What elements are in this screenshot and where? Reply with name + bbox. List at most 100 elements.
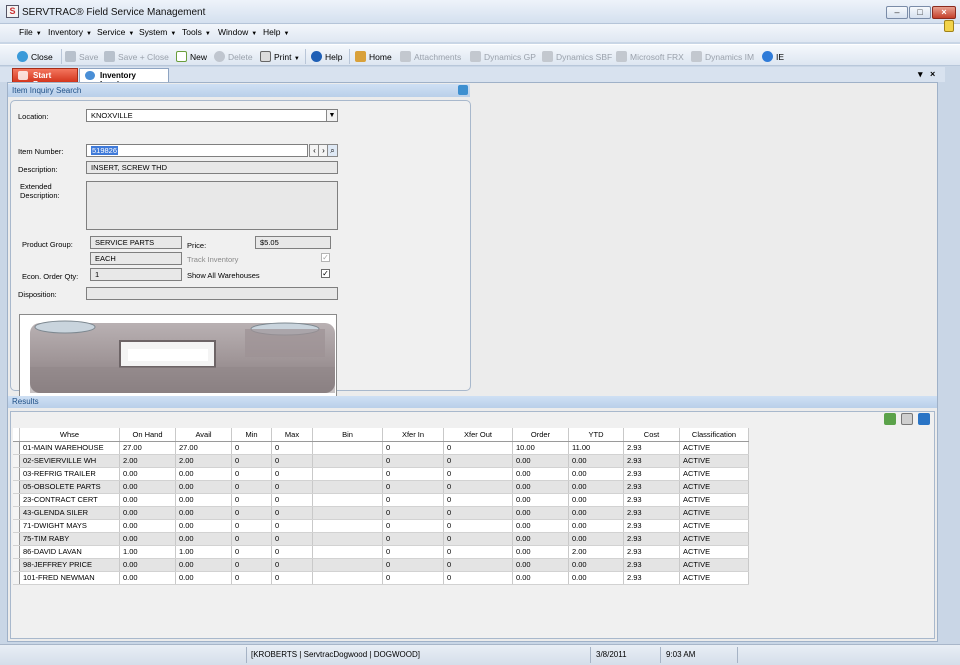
menu-file[interactable]: File ▼ — [19, 27, 42, 37]
minimize-button[interactable]: – — [886, 6, 908, 19]
cell-on-hand: 1.00 — [119, 545, 176, 559]
tab-list-dropdown-icon[interactable]: ▾ — [918, 69, 923, 80]
cell-xfer-in: 0 — [382, 532, 444, 546]
menu-system[interactable]: System ▼ — [139, 27, 176, 37]
home-icon — [355, 51, 366, 62]
close-icon — [17, 51, 28, 62]
col-header-bin[interactable]: Bin — [312, 428, 383, 442]
cell-cost: 2.93 — [623, 467, 680, 481]
excel-export-icon[interactable] — [883, 413, 896, 425]
cell-avail: 0.00 — [175, 480, 232, 494]
col-header-cost[interactable]: Cost — [623, 428, 680, 442]
table-row[interactable]: 23-CONTRACT CERT 0.00 0.00 0 0 0 0 0.00 0.00 2.93… — [13, 493, 749, 507]
table-row[interactable]: 71-DWIGHT MAYS 0.00 0.00 0 0 0 0 0.00 0.00 2.93 AC… — [13, 519, 749, 533]
cell-ytd: 2.00 — [568, 545, 624, 559]
col-header-on-hand[interactable]: On Hand — [119, 428, 176, 442]
cell-xfer-out: 0 — [443, 467, 513, 481]
col-header-avail[interactable]: Avail — [175, 428, 232, 442]
cell-order: 10.00 — [512, 441, 569, 455]
dynamics-gp-icon — [470, 51, 481, 62]
cell-ytd: 0.00 — [568, 454, 624, 468]
cell-order: 0.00 — [512, 545, 569, 559]
show-all-warehouses-checkbox[interactable]: ✓ — [321, 269, 330, 278]
close-window-button[interactable]: × — [932, 6, 956, 19]
tab-close-icon[interactable]: × — [930, 69, 935, 79]
track-inventory-checkbox[interactable]: ✓ — [321, 253, 330, 262]
location-select[interactable]: KNOXVILLE ▼ — [86, 109, 338, 122]
dynamics-sbf-icon — [542, 51, 553, 62]
new-button[interactable]: New — [176, 51, 207, 62]
cell-order: 0.00 — [512, 571, 569, 585]
cell-xfer-out: 0 — [443, 480, 513, 494]
cell-xfer-out: 0 — [443, 558, 513, 572]
chevron-down-icon[interactable]: ▼ — [326, 110, 337, 121]
print-button[interactable]: Print ▼ — [260, 51, 300, 62]
search-icon[interactable] — [458, 85, 468, 95]
save-button[interactable]: Save — [65, 51, 98, 62]
col-header-max[interactable]: Max — [271, 428, 313, 442]
paperclip-icon — [400, 51, 411, 62]
col-header-order[interactable]: Order — [512, 428, 569, 442]
print-button-label: Print — [274, 52, 292, 62]
delete-button-label: Delete — [228, 52, 253, 62]
ie-button[interactable]: IE — [762, 51, 784, 62]
delete-icon — [214, 51, 225, 62]
table-row[interactable]: 75-TIM RABY 0.00 0.00 0 0 0 0 0.00 0.00 2.93 ACTIV… — [13, 532, 749, 546]
cell-xfer-in: 0 — [382, 571, 444, 585]
description-label: Description: — [18, 165, 58, 174]
tab-inventory-inquiry[interactable]: Inventory Inquiry — [79, 68, 169, 89]
menu-service[interactable]: Service ▼ — [97, 27, 134, 37]
dynamics-gp-button[interactable]: Dynamics GP — [470, 51, 536, 62]
dynamics-im-button[interactable]: Dynamics IM — [691, 51, 754, 62]
tab-start-page[interactable]: Start Page — [12, 68, 78, 89]
cell-xfer-out: 0 — [443, 454, 513, 468]
show-all-warehouses-label: Show All Warehouses — [187, 271, 260, 280]
table-row[interactable]: 01-MAIN WAREHOUSE 27.00 27.00 0 0 0 0 10.00 11.0… — [13, 441, 749, 455]
col-header-min[interactable]: Min — [231, 428, 272, 442]
results-table: Whse On Hand Avail Min Max Bin Xfer In X… — [13, 428, 749, 585]
cell-xfer-out: 0 — [443, 493, 513, 507]
close-button[interactable]: Close — [17, 51, 53, 62]
col-header-classification[interactable]: Classification — [679, 428, 749, 442]
cell-min: 0 — [231, 454, 272, 468]
table-row[interactable]: 101-FRED NEWMAN 0.00 0.00 0 0 0 0 0.00 0.00 2.93 A… — [13, 571, 749, 585]
cell-classification: ACTIVE — [679, 467, 749, 481]
table-row[interactable]: 02-SEVIERVILLE WH 2.00 2.00 0 0 0 0 0.00 0.00 2.9… — [13, 454, 749, 468]
table-row[interactable]: 03-REFRIG TRAILER 0.00 0.00 0 0 0 0 0.00 0.00 2.9… — [13, 467, 749, 481]
status-date: 3/8/2011 — [596, 650, 627, 659]
item-photo — [19, 314, 337, 400]
results-panel: Whse On Hand Avail Min Max Bin Xfer In X… — [10, 411, 935, 639]
menu-window[interactable]: Window ▼ — [218, 27, 257, 37]
help-button[interactable]: Help — [311, 51, 342, 62]
save-close-button[interactable]: Save + Close — [104, 51, 169, 62]
item-number-field[interactable]: 519826 — [86, 144, 308, 157]
table-row[interactable]: 43-GLENDA SILER 0.00 0.00 0 0 0 0 0.00 0.00 2.93 A… — [13, 506, 749, 520]
disposition-field — [86, 287, 338, 300]
chevron-down-icon: ▼ — [293, 56, 300, 62]
refresh-icon[interactable] — [918, 413, 930, 425]
home-button[interactable]: Home — [355, 51, 392, 62]
menu-inventory[interactable]: Inventory ▼ — [48, 27, 92, 37]
menu-tools[interactable]: Tools ▼ — [182, 27, 211, 37]
item-lookup-icon[interactable]: ⌕ — [327, 144, 338, 157]
lock-icon[interactable] — [944, 20, 954, 32]
maximize-button[interactable]: □ — [909, 6, 931, 19]
attachments-button[interactable]: Attachments — [400, 51, 461, 62]
microsoft-frx-button[interactable]: Microsoft FRX — [616, 51, 684, 62]
toolbar-separator — [349, 49, 350, 64]
col-header-ytd[interactable]: YTD — [568, 428, 624, 442]
delete-button[interactable]: Delete — [214, 51, 253, 62]
menu-tools-label: Tools — [182, 27, 202, 37]
cell-order: 0.00 — [512, 493, 569, 507]
cell-max: 0 — [271, 454, 313, 468]
table-row[interactable]: 98-JEFFREY PRICE 0.00 0.00 0 0 0 0 0.00 0.00 2.93… — [13, 558, 749, 572]
dynamics-sbf-button[interactable]: Dynamics SBF — [542, 51, 612, 62]
menu-help[interactable]: Help ▼ — [263, 27, 289, 37]
cell-xfer-in: 0 — [382, 519, 444, 533]
col-header-whse[interactable]: Whse — [19, 428, 120, 442]
table-row[interactable]: 86-DAVID LAVAN 1.00 1.00 0 0 0 0 0.00 2.00 2.93 AC… — [13, 545, 749, 559]
print-grid-icon[interactable] — [900, 413, 913, 425]
col-header-xfer-in[interactable]: Xfer In — [382, 428, 444, 442]
table-row[interactable]: 05-OBSOLETE PARTS 0.00 0.00 0 0 0 0 0.00 0.00 2.9… — [13, 480, 749, 494]
col-header-xfer-out[interactable]: Xfer Out — [443, 428, 513, 442]
